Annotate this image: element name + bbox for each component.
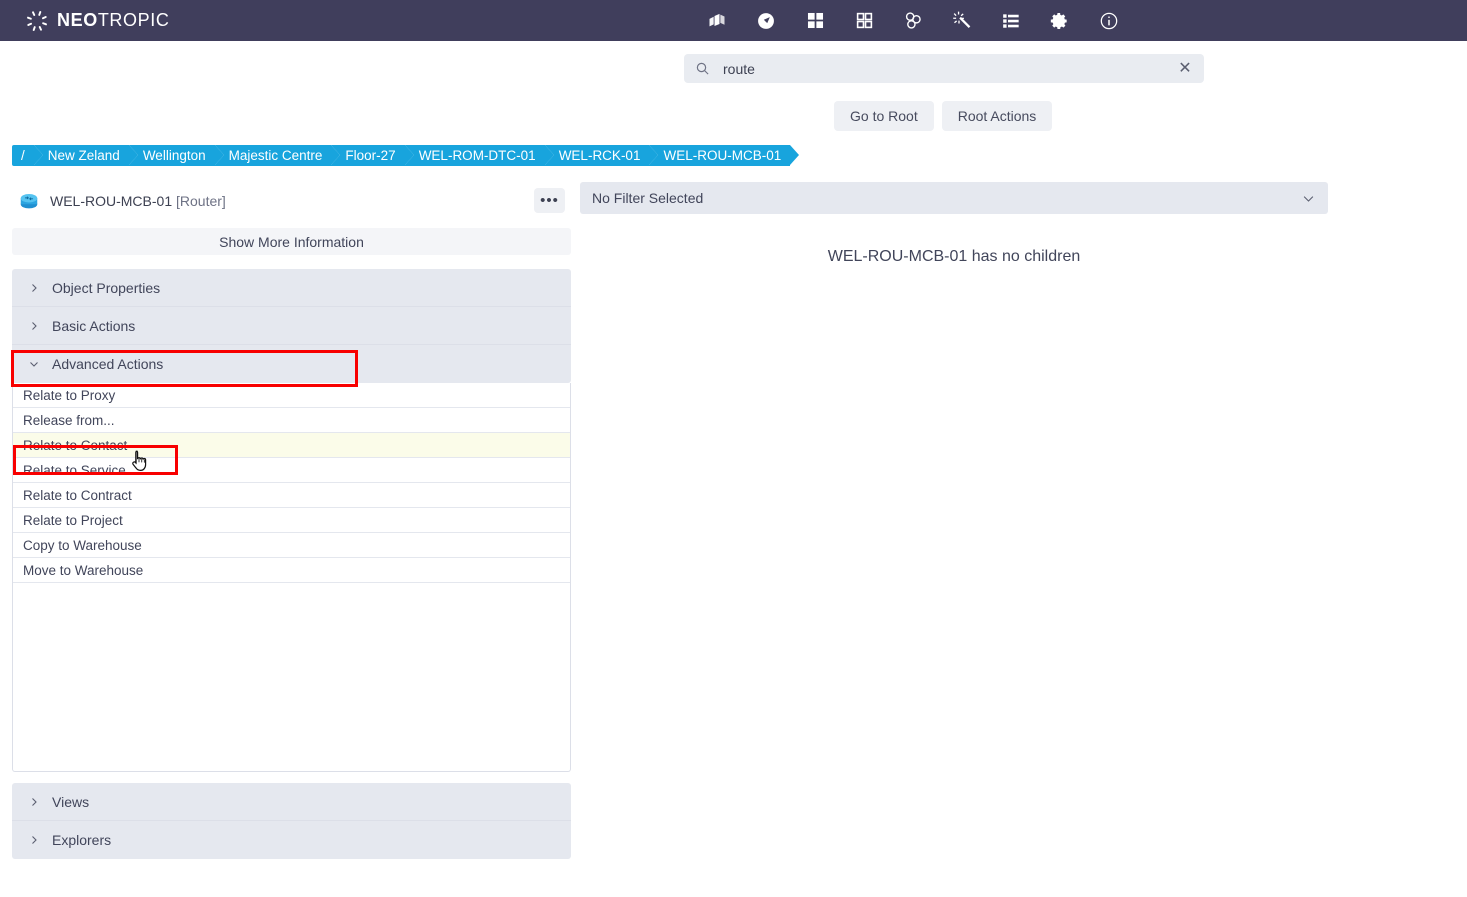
grid-small-icon[interactable] [852,9,876,33]
object-header-row: WEL-ROU-MCB-01 [Router] ••• [12,184,571,217]
header-icon-bar [705,0,1121,41]
object-detail-panel: WEL-ROU-MCB-01 [Router] ••• Show More In… [12,184,571,859]
breadcrumb-item[interactable]: Wellington [128,145,224,166]
accordion-group-top: Object Properties Basic Actions Advanced… [12,269,571,383]
accordion-basic-actions[interactable]: Basic Actions [12,307,571,345]
root-actions-button[interactable]: Root Actions [941,101,1053,131]
accordion-views[interactable]: Views [12,783,571,821]
advanced-action-item[interactable]: Release from... [13,408,570,433]
close-icon[interactable]: ✕ [1172,56,1198,82]
object-more-actions-button[interactable]: ••• [534,188,565,213]
grid-large-icon[interactable] [803,9,827,33]
object-title: WEL-ROU-MCB-01 [Router] [50,193,226,209]
accordion-label: Explorers [52,832,112,848]
empty-state-message: WEL-ROU-MCB-01 has no children [827,248,1081,265]
filter-select-value: No Filter Selected [592,190,704,206]
chevron-right-icon [28,282,40,294]
router-icon [18,190,40,212]
chevron-right-icon [28,320,40,332]
accordion-label: Basic Actions [52,317,136,334]
advanced-action-item[interactable]: Relate to Service [13,458,570,483]
breadcrumb-item[interactable]: WEL-RCK-01 [544,145,659,166]
chevron-down-icon [28,358,40,370]
brand-logo[interactable]: NEOTROPIC [26,10,169,32]
info-icon[interactable] [1097,9,1121,33]
breadcrumb-item[interactable]: Majestic Centre [214,145,341,166]
spinner-logo-icon [26,10,48,32]
breadcrumb-item[interactable]: New Zeland [33,145,138,166]
show-more-information-button[interactable]: Show More Information [12,228,571,255]
advanced-action-item[interactable]: Move to Warehouse [13,558,570,583]
root-button-group: Go to Root Root Actions [834,101,1053,131]
brand-name: NEOTROPIC [57,10,169,31]
breadcrumb: / New Zeland Wellington Majestic Centre Floo… [12,145,799,166]
breadcrumb-item[interactable]: WEL-ROM-DTC-01 [404,145,554,166]
layers-3d-icon[interactable] [705,9,729,33]
chevron-right-icon [28,834,40,846]
children-panel: No Filter Selected WEL-ROU-MCB-01 has no… [580,182,1328,266]
advanced-action-item[interactable]: Relate to Project [13,508,570,533]
list-view-icon[interactable] [999,9,1023,33]
accordion-label: Advanced Actions [52,356,164,372]
object-type: [Router] [176,192,226,209]
advanced-action-item[interactable]: Relate to Contact [13,433,570,458]
search-icon [695,61,710,76]
breadcrumb-item[interactable]: WEL-ROU-MCB-01 [649,145,799,166]
search-bar[interactable]: ✕ [684,54,1204,83]
brand-name-light: TROPIC [97,10,170,30]
accordion-object-properties[interactable]: Object Properties [12,269,571,307]
app-header: NEOTROPIC [0,0,1467,41]
go-to-root-button[interactable]: Go to Root [834,101,934,131]
chevron-right-icon [28,796,40,808]
advanced-actions-list: Relate to Proxy Release from... Relate to … [12,383,571,772]
magic-wand-icon[interactable] [950,9,974,33]
molecule-icon[interactable] [901,9,925,33]
gear-icon[interactable] [1048,9,1072,33]
compass-navigate-icon[interactable] [754,9,778,33]
accordion-explorers[interactable]: Explorers [12,821,571,859]
brand-name-bold: NEO [57,10,98,30]
accordion-label: Views [52,793,90,810]
object-name: WEL-ROU-MCB-01 [50,192,173,209]
breadcrumb-item[interactable]: / [12,145,43,166]
breadcrumb-item[interactable]: Floor-27 [331,145,415,166]
chevron-down-icon[interactable] [1301,191,1316,206]
filter-select[interactable]: No Filter Selected [580,182,1328,214]
advanced-action-item[interactable]: Relate to Proxy [13,383,570,408]
pointing-hand-cursor [131,450,149,477]
accordion-label: Object Properties [52,279,161,296]
accordion-group-bottom: Views Explorers [12,783,571,859]
search-input[interactable] [721,59,1172,78]
advanced-action-item[interactable]: Copy to Warehouse [13,533,570,558]
advanced-action-item[interactable]: Relate to Contract [13,483,570,508]
accordion-advanced-actions[interactable]: Advanced Actions [12,345,571,383]
